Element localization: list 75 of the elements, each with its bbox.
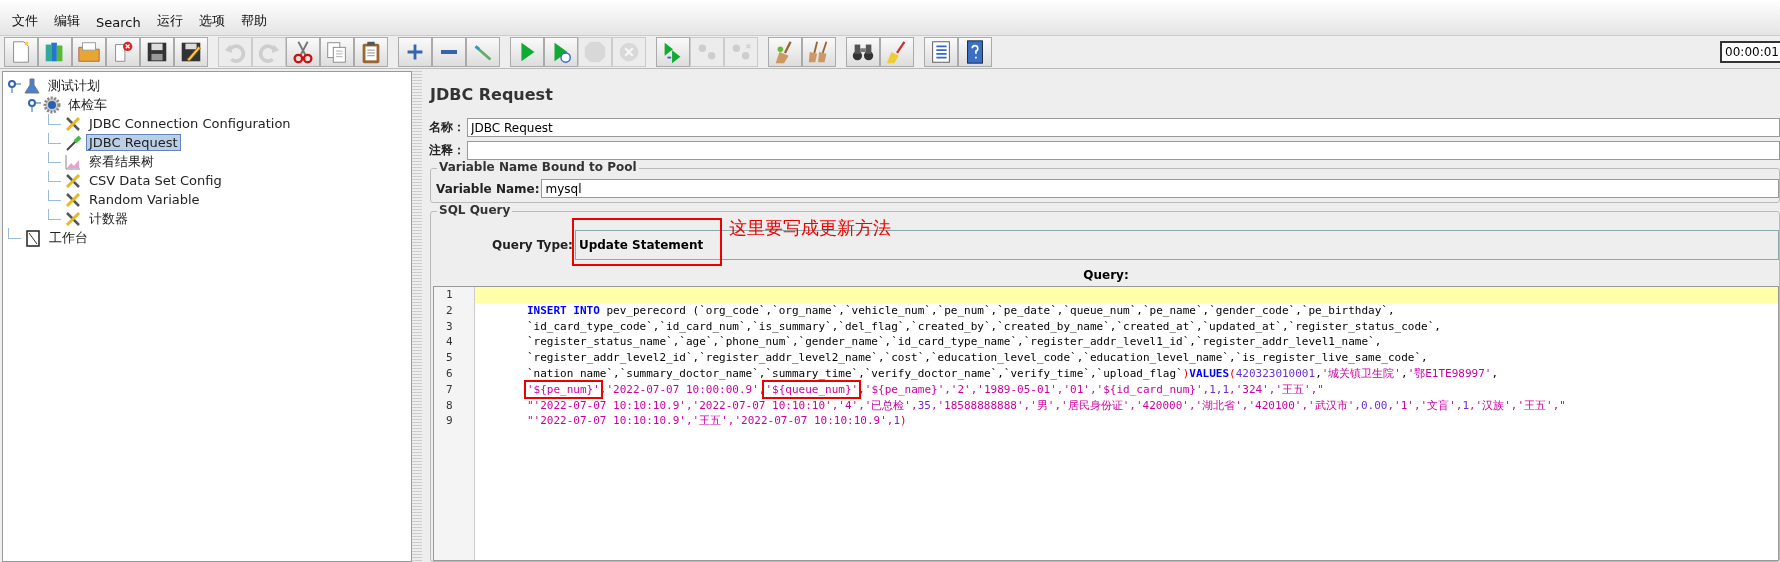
code-line: `id_card_type_code`,`id_card_num`,`is_summary`,`del_flag`,`created_by`,`created_by_name`,`created_at`,`updated_at`,`register_status_code`, — [526, 318, 1442, 335]
gear-icon — [43, 95, 61, 114]
code-line: `register_addr_level2_id`,`register_addr_level2_name`,`cost`,`education_level_code`,`education_level_name`,`is_register_live_same_code`, — [526, 350, 1429, 366]
menu-item[interactable]: 编辑 — [46, 12, 88, 35]
field-label: 注释： — [428, 142, 465, 159]
toolbar-button[interactable] — [846, 37, 880, 67]
toolbar-button[interactable] — [286, 37, 320, 67]
scissors-icon — [290, 39, 316, 65]
line-number: 7 — [445, 381, 454, 398]
tree-connector — [48, 151, 61, 163]
group-title: SQL Query — [437, 203, 513, 217]
menu-item[interactable]: 文件 — [4, 12, 46, 35]
tree-connector — [48, 170, 61, 182]
tree-item[interactable]: 计数器 — [86, 208, 131, 229]
tree-connector — [48, 113, 61, 125]
line-number: 5 — [445, 350, 454, 366]
tree-item[interactable]: JDBC Connection Configuration — [86, 115, 294, 132]
tree-connector — [48, 189, 61, 201]
code-line: '${pe_num}','2022-07-07 10:00:00.9','${queue_num}','${pe_name}','2','1989-05-01','01','${id_card_num}',1,1,'324','王五'," — [475, 381, 1778, 398]
code-line: "'2022-07-07 10:10:10.9','2022-07-07 10:10:10','4','已总检',35,'18588888888','男','居民身份证','420000','湖北省','420100','武汉市',0.00,'1','文盲',1,'汉族','王五'," — [526, 397, 1567, 414]
code-line: `nation name`,`summary_doctor_name`,`summary_time`,`verify_doctor_name`,`verify_time`,`upload_flag`)VALUES(420323010001,'城关镇卫生院','鄂E1TE98997', — [526, 366, 1500, 382]
code-line: INSERT INTO pev_perecord (`org_code`,`org_name`,`vehicle_num`,`pe_num`,`pe_date`,`queue_num`,`pe_name`,`gender_code`,`pe_birthday`, — [526, 302, 1396, 319]
tree-connector — [48, 208, 61, 220]
variable-name-field[interactable]: mysql — [541, 179, 1779, 198]
name-field[interactable]: JDBC Request — [467, 118, 1780, 137]
line-number: 4 — [445, 334, 454, 351]
code-editor[interactable] — [433, 286, 1779, 561]
toolbar-button[interactable] — [174, 37, 208, 67]
toolbar-button[interactable] — [398, 37, 432, 67]
wrench-screwdriver-icon — [64, 171, 82, 190]
tree-item[interactable]: CSV Data Set Config — [86, 172, 225, 189]
tree-connector — [48, 132, 61, 144]
group-title: Variable Name Bound to Pool — [437, 160, 639, 174]
folder-icon — [76, 39, 102, 65]
wrench-screwdriver-icon — [64, 114, 82, 133]
wrench-screwdriver-icon — [64, 209, 82, 228]
tree-item[interactable]: 体检车 — [65, 94, 110, 115]
line-number: 2 — [445, 302, 454, 319]
minus-icon — [441, 50, 457, 54]
field-label: Variable Name: — [435, 181, 540, 196]
expanded-handle-icon[interactable] — [7, 78, 21, 93]
tree-item[interactable]: 工作台 — [46, 227, 91, 248]
line-number: 8 — [445, 397, 454, 414]
wrench-screwdriver-icon — [64, 190, 82, 209]
elapsed-time: 00:00:01 — [1720, 41, 1780, 63]
toolbar-button[interactable] — [140, 37, 174, 67]
expanded-handle-icon[interactable] — [27, 97, 41, 112]
query-label: Query: — [1082, 267, 1130, 284]
field-label: 名称： — [428, 119, 465, 136]
tree-item[interactable]: JDBC Request — [86, 134, 181, 151]
code-line: `register_status_name`,`age`,`phone_num`,`gender_name`,`id_card_type_name`,`register_addr_level1_id`,`register_addr_level1_name`, — [526, 334, 1383, 351]
panel-title: JDBC Request — [428, 84, 554, 106]
menu-item[interactable]: 帮助 — [232, 12, 275, 35]
tree-item[interactable]: Random Variable — [86, 191, 203, 208]
menu-item[interactable]: 选项 — [190, 12, 233, 35]
toolbar-button[interactable] — [432, 37, 466, 67]
toolbar-button[interactable] — [354, 37, 388, 67]
line-number: 3 — [445, 318, 454, 335]
stop-sign-icon — [582, 39, 608, 65]
tree-connector — [8, 227, 21, 239]
flask-icon — [23, 76, 41, 95]
notebook-icon — [24, 228, 42, 247]
code-line: "'2022-07-07 10:10:10.9','王五','2022-07-07 10:10:10.9',1) — [526, 413, 908, 430]
comment-field[interactable] — [467, 141, 1780, 160]
menu-item[interactable]: Search — [88, 15, 149, 35]
graph-icon — [64, 152, 82, 171]
tree-item[interactable]: 测试计划 — [45, 75, 103, 96]
line-number: 1 — [445, 287, 454, 303]
menu-item[interactable]: 运行 — [148, 12, 191, 35]
line-number: 6 — [445, 366, 454, 382]
toolbar-button[interactable] — [958, 37, 992, 67]
field-label: Query Type: — [491, 238, 573, 252]
pipette-icon — [64, 133, 82, 152]
line-number: 9 — [445, 413, 454, 430]
tree-item[interactable]: 察看结果树 — [86, 151, 157, 172]
